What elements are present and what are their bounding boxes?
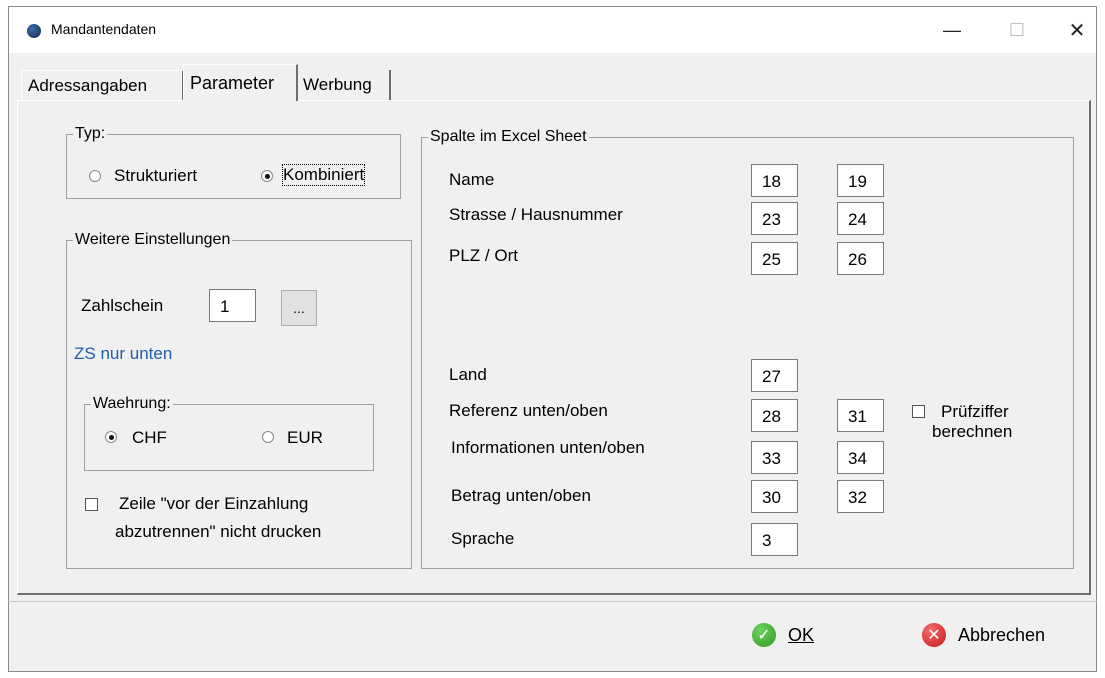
zahlschein-input[interactable]: 1 <box>209 289 256 322</box>
zeile-label-line1[interactable]: Zeile "vor der Einzahlung <box>119 494 308 514</box>
weitere-legend: Weitere Einstellungen <box>73 230 233 250</box>
pruefziffer-label-line1[interactable]: Prüfziffer <box>941 402 1009 422</box>
check-icon: ✓ <box>752 623 776 647</box>
close-circle-icon: ✕ <box>922 623 946 647</box>
excel-legend: Spalte im Excel Sheet <box>428 127 589 147</box>
name-col1-input[interactable]: 18 <box>751 164 798 197</box>
plz-col2-input[interactable]: 26 <box>837 242 884 275</box>
zeile-nicht-drucken-checkbox[interactable] <box>85 498 98 511</box>
app-icon <box>27 24 41 38</box>
name-col2-input[interactable]: 19 <box>837 164 884 197</box>
ok-label: OK <box>788 624 815 645</box>
name-label: Name <box>449 170 495 189</box>
sprache-col1-input[interactable]: 3 <box>751 523 798 556</box>
abbrechen-button[interactable]: ✕ Abbrechen <box>922 615 1045 655</box>
window-title: Mandantendaten <box>51 21 157 37</box>
land-col1-input[interactable]: 27 <box>751 359 798 392</box>
land-label: Land <box>449 365 487 384</box>
strasse-col1-input[interactable]: 23 <box>751 202 798 235</box>
strukturiert-label[interactable]: Strukturiert <box>114 166 197 186</box>
referenz-col1-input[interactable]: 28 <box>751 399 798 432</box>
title-bar[interactable]: Mandantendaten — ☐ ✕ <box>9 7 1096 53</box>
minimize-button[interactable]: — <box>929 7 975 53</box>
referenz-label: Referenz unten/oben <box>449 401 608 420</box>
pruefziffer-checkbox[interactable] <box>912 405 925 418</box>
plz-ort-label: PLZ / Ort <box>449 246 518 265</box>
kombiniert-label[interactable]: Kombiniert <box>281 164 366 186</box>
zahlschein-browse-button[interactable]: ... <box>281 290 317 326</box>
eur-label[interactable]: EUR <box>287 428 323 448</box>
informationen-label: Informationen unten/oben <box>451 438 645 457</box>
tab-parameter[interactable]: Parameter <box>183 64 298 101</box>
radio-kombiniert[interactable] <box>261 170 273 182</box>
sprache-label: Sprache <box>451 529 515 548</box>
betrag-col1-input[interactable]: 30 <box>751 480 798 513</box>
radio-strukturiert[interactable] <box>89 170 101 182</box>
zs-nur-unten-text: ZS nur unten <box>74 344 173 363</box>
betrag-col2-input[interactable]: 32 <box>837 480 884 513</box>
radio-eur[interactable] <box>262 431 274 443</box>
informationen-col1-input[interactable]: 33 <box>751 441 798 474</box>
chf-label[interactable]: CHF <box>132 428 167 448</box>
referenz-col2-input[interactable]: 31 <box>837 399 884 432</box>
typ-legend: Typ: <box>73 124 108 144</box>
strasse-col2-input[interactable]: 24 <box>837 202 884 235</box>
informationen-col2-input[interactable]: 34 <box>837 441 884 474</box>
strasse-label: Strasse / Hausnummer <box>449 205 623 224</box>
tab-panel-parameter: Typ: Strukturiert Kombiniert Weitere Ein… <box>17 100 1091 595</box>
abbrechen-label: Abbrechen <box>958 624 1046 645</box>
plz-col1-input[interactable]: 25 <box>751 242 798 275</box>
bottom-separator <box>8 601 1097 602</box>
zahlschein-label: Zahlschein <box>81 296 164 315</box>
maximize-button[interactable]: ☐ <box>994 7 1040 53</box>
waehrung-legend: Waehrung: <box>91 394 173 414</box>
waehrung-groupbox: Waehrung: <box>84 394 374 471</box>
tab-werbung[interactable]: Werbung <box>297 70 391 100</box>
tab-adressangaben[interactable]: Adressangaben <box>21 70 184 100</box>
betrag-label: Betrag unten/oben <box>451 486 591 505</box>
ok-button[interactable]: ✓ OK <box>752 615 814 655</box>
close-button[interactable]: ✕ <box>1054 7 1100 53</box>
zeile-label-line2[interactable]: abzutrennen" nicht drucken <box>115 522 321 542</box>
pruefziffer-label-line2[interactable]: berechnen <box>932 422 1012 442</box>
radio-chf[interactable] <box>105 431 117 443</box>
